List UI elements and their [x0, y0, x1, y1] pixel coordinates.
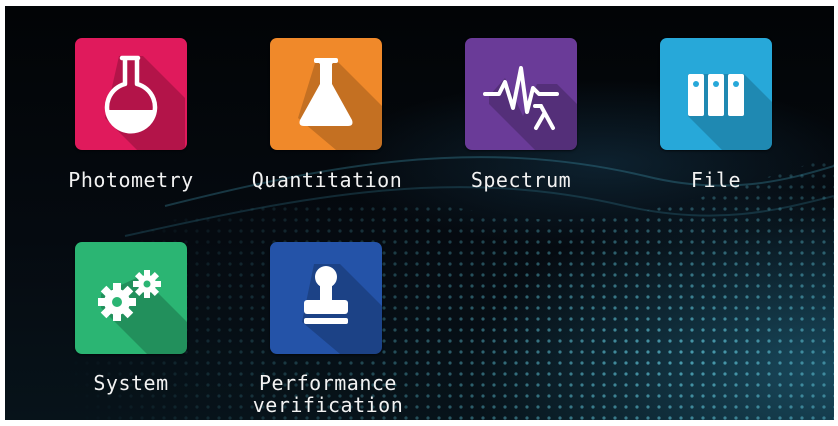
performance-verification-app-button[interactable] — [270, 242, 382, 354]
round-flask-icon — [104, 55, 185, 150]
photometry-app-button[interactable] — [75, 38, 187, 150]
waveform-lambda-icon — [483, 66, 577, 150]
spectrum-label: Spectrum — [470, 168, 572, 192]
performance-verification-label: Performance verification — [252, 371, 404, 417]
system-label: System — [93, 371, 169, 395]
quantitation-label: Quantitation — [251, 168, 403, 192]
binders-icon — [688, 74, 772, 150]
quantitation-app-button[interactable] — [270, 38, 382, 150]
home-screen: Photometry Quantitation Spectrum File Sy… — [5, 6, 834, 420]
stamp-icon — [302, 264, 382, 354]
photometry-label: Photometry — [68, 168, 194, 192]
gears-icon — [98, 270, 187, 354]
system-app-button[interactable] — [75, 242, 187, 354]
file-app-button[interactable] — [660, 38, 772, 150]
spectrum-app-button[interactable] — [465, 38, 577, 150]
conical-flask-icon — [298, 58, 382, 150]
file-label: File — [690, 168, 742, 192]
